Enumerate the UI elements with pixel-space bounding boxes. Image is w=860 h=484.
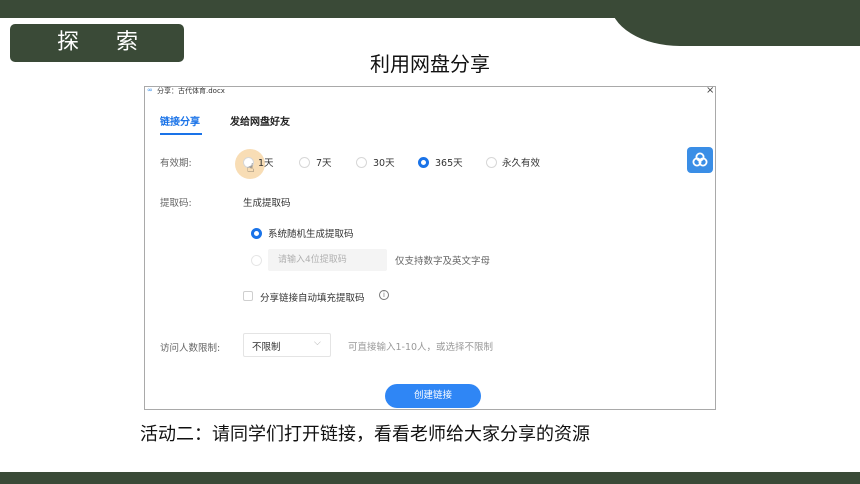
validity-label: 有效期: <box>160 158 192 169</box>
cloud-share-button[interactable] <box>687 147 713 173</box>
autofill-checkbox[interactable] <box>243 291 253 301</box>
section-tag: 探 索 <box>10 24 184 62</box>
hand-cursor-icon: ☝ <box>247 161 255 175</box>
create-link-button[interactable]: 创建链接 <box>385 384 481 408</box>
random-code-radio[interactable] <box>251 228 262 239</box>
validity-radio-30days[interactable] <box>356 157 367 168</box>
custom-code-radio[interactable] <box>251 255 262 266</box>
cloud-share-icon <box>692 152 708 167</box>
extract-code-label: 提取码: <box>160 198 192 209</box>
info-icon[interactable]: i <box>379 290 389 300</box>
autofill-label[interactable]: 分享链接自动填充提取码 <box>260 290 365 304</box>
validity-option-30days[interactable]: 30天 <box>373 155 395 169</box>
validity-option-7days[interactable]: 7天 <box>316 155 332 169</box>
share-dialog: ∞ 分享：古代体育.docx × 链接分享 发给网盘好友 有效期: 1天 ☝ 7… <box>144 85 716 410</box>
visitor-limit-label: 访问人数限制: <box>160 343 221 354</box>
validity-radio-permanent[interactable] <box>486 157 497 168</box>
tab-link-share[interactable]: 链接分享 <box>160 113 200 128</box>
validity-radio-365days[interactable] <box>418 157 429 168</box>
extract-code-heading: 生成提取码 <box>243 198 291 209</box>
validity-option-permanent[interactable]: 永久有效 <box>502 155 540 169</box>
activity-caption: 活动二：请同学们打开链接，看看老师给大家分享的资源 <box>140 424 590 445</box>
validity-radio-7days[interactable] <box>299 157 310 168</box>
dialog-title: 分享：古代体育.docx <box>157 87 225 95</box>
validity-option-365days[interactable]: 365天 <box>435 155 463 169</box>
custom-code-input[interactable]: 请输入4位提取码 <box>268 249 387 271</box>
close-icon[interactable]: × <box>706 85 714 97</box>
slide-title: 利用网盘分享 <box>370 52 490 76</box>
baidu-netdisk-icon: ∞ <box>147 86 153 94</box>
bottom-decor-band <box>0 472 860 484</box>
visitor-limit-hint: 可直接输入1-10人，或选择不限制 <box>348 342 494 353</box>
custom-code-hint: 仅支持数字及英文字母 <box>395 256 491 267</box>
dialog-titlebar: ∞ 分享：古代体育.docx × <box>145 85 715 98</box>
visitor-limit-value: 不限制 <box>252 342 281 353</box>
chevron-down-icon: ⌵ <box>314 338 321 348</box>
validity-option-1day[interactable]: 1天 <box>258 155 274 169</box>
visitor-limit-select[interactable]: 不限制 ⌵ <box>243 333 331 357</box>
top-decor-curve <box>610 0 860 46</box>
active-tab-indicator <box>160 133 202 135</box>
random-code-option[interactable]: 系统随机生成提取码 <box>268 226 354 240</box>
tab-send-to-friend[interactable]: 发给网盘好友 <box>230 113 290 128</box>
